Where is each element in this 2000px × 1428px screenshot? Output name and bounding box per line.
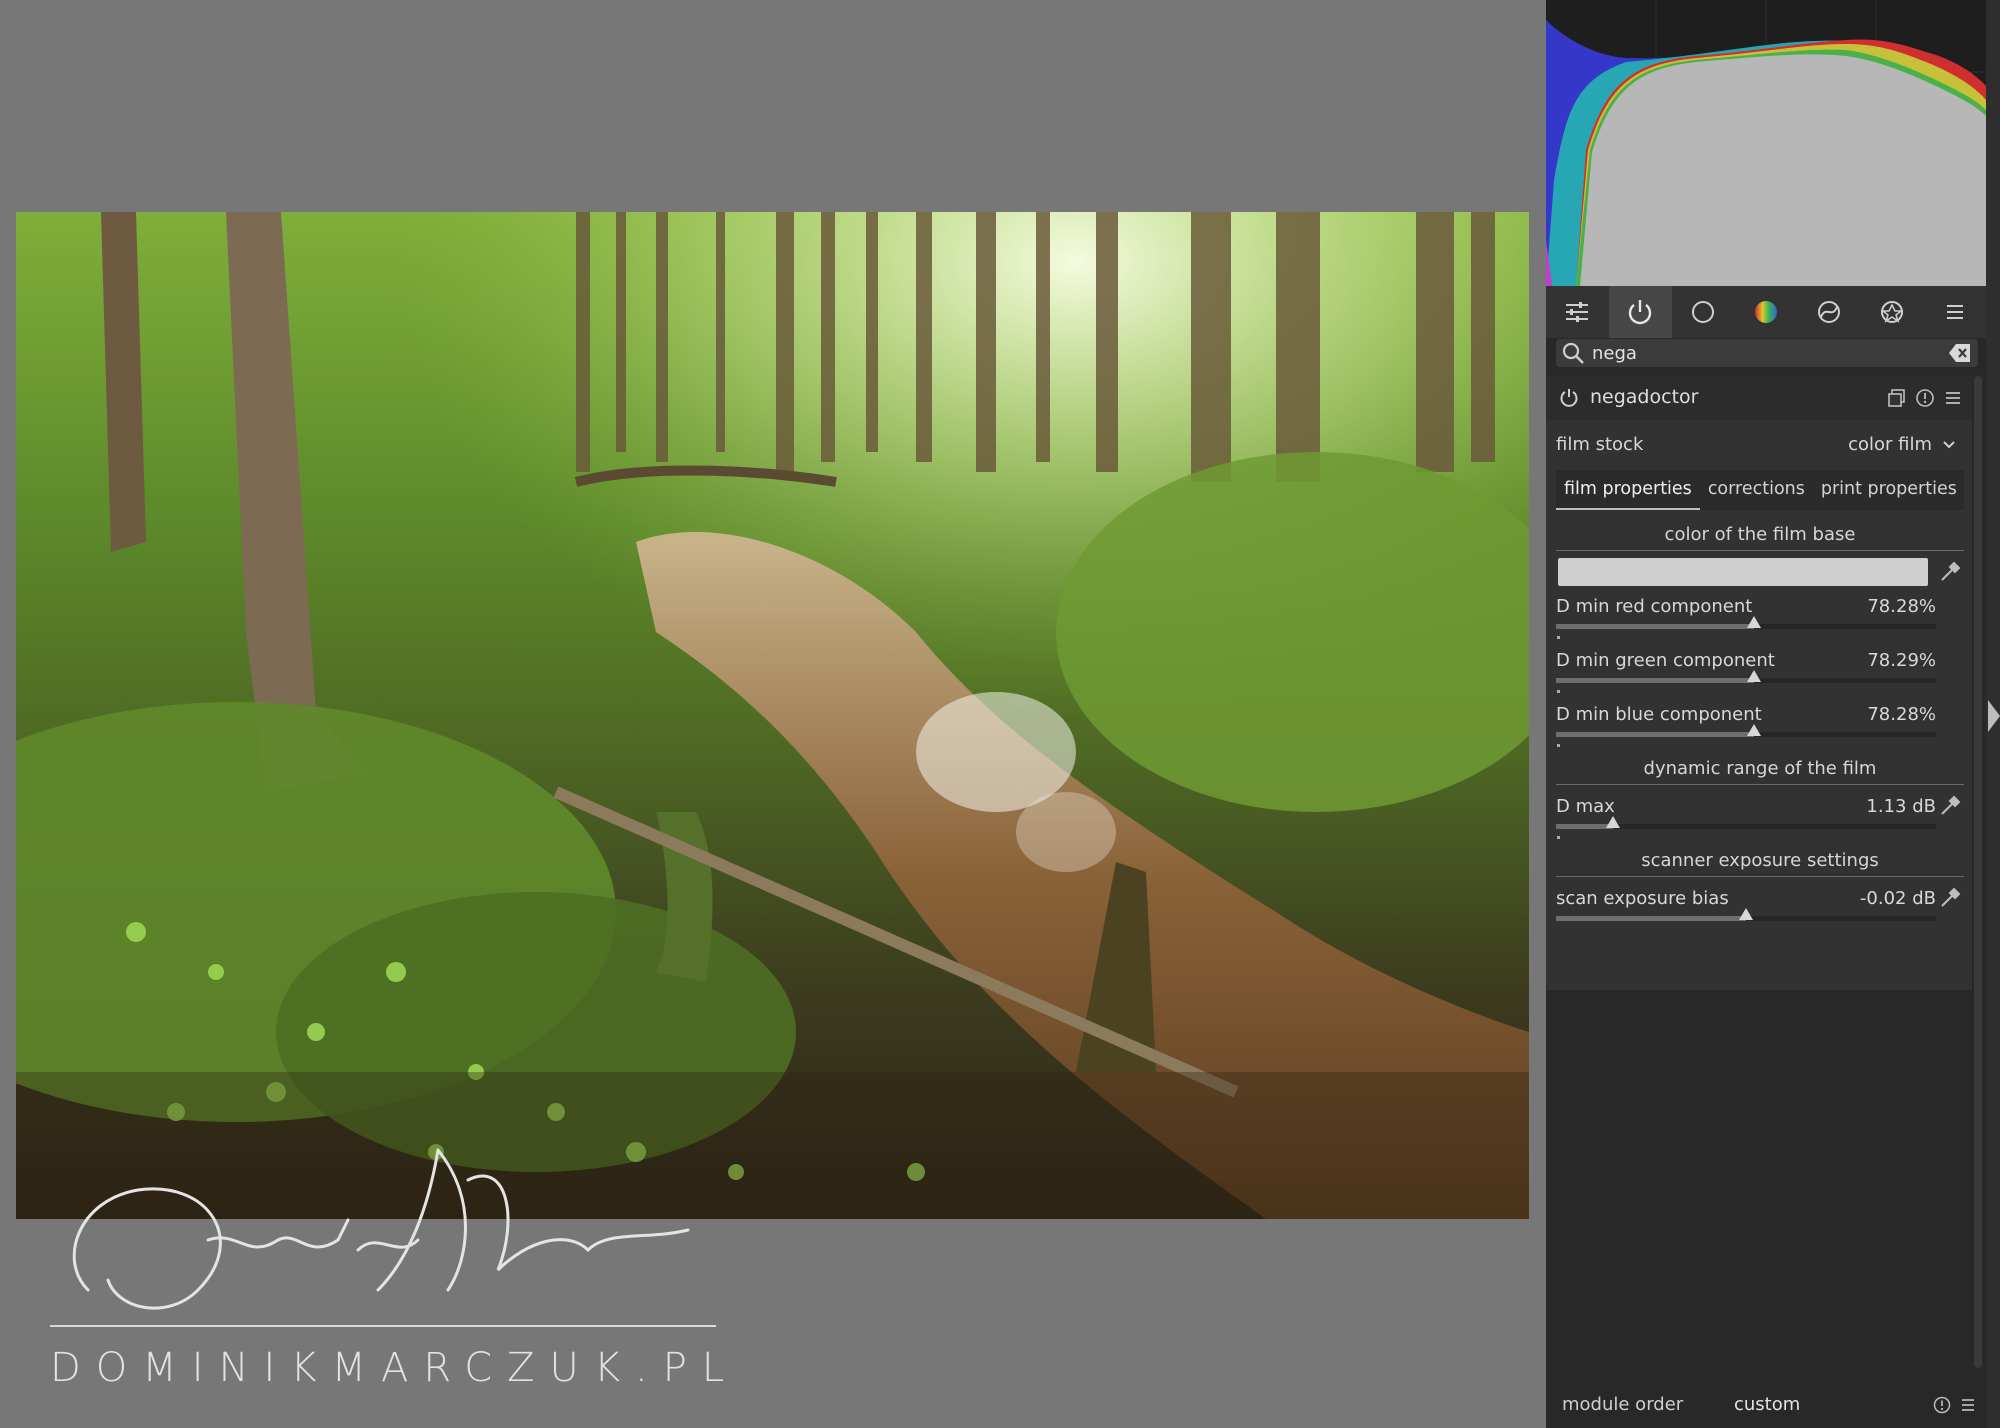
color-picker-icon[interactable]	[1938, 794, 1962, 818]
film-stock-label: film stock	[1556, 434, 1644, 455]
module-search	[1556, 339, 1978, 367]
slider-dot	[1557, 836, 1560, 839]
tab-film-properties[interactable]: film properties	[1556, 470, 1700, 510]
section-dynamic-range: dynamic range of the film	[1556, 758, 1964, 785]
slider-thumb[interactable]	[1747, 724, 1761, 736]
panel-scrollbar[interactable]	[1974, 376, 1982, 1368]
presets-menu-icon[interactable]	[1958, 1395, 1978, 1415]
chevron-down-icon[interactable]	[1940, 436, 1958, 454]
negadoctor-module: negadoctor film stock color film film pr…	[1546, 376, 1972, 990]
slider-track[interactable]	[1556, 908, 1936, 921]
slider-thumb[interactable]	[1606, 816, 1620, 828]
slider-value: -0.02 dB	[1859, 888, 1936, 909]
search-icon	[1562, 342, 1584, 364]
slider-dmin-red[interactable]: D min red component 78.28%	[1556, 596, 1936, 646]
circle-icon	[1692, 301, 1715, 323]
search-input[interactable]	[1592, 342, 1922, 364]
watermark-url: DOMINIKMARCZUK.PL	[50, 1345, 740, 1391]
module-header[interactable]: negadoctor	[1546, 376, 1972, 420]
slider-dot	[1557, 690, 1560, 693]
histogram[interactable]	[1546, 0, 1986, 286]
reset-icon[interactable]	[1932, 1395, 1952, 1415]
tab-presets-menu[interactable]	[1923, 286, 1986, 338]
tab-corrections[interactable]: corrections	[1700, 470, 1813, 510]
slider-fill	[1556, 678, 1754, 683]
film-base-color-swatch[interactable]	[1558, 558, 1928, 586]
slider-value: 78.28%	[1867, 704, 1936, 725]
effect-icon	[1880, 301, 1903, 323]
module-order-label: module order	[1562, 1394, 1684, 1415]
section-film-base: color of the film base	[1556, 524, 1964, 551]
collapse-panel-arrow-icon[interactable]	[1988, 700, 2000, 732]
slider-thumb[interactable]	[1739, 908, 1753, 920]
slider-track[interactable]	[1556, 816, 1936, 829]
watermark-divider	[50, 1325, 716, 1327]
slider-dmin-green[interactable]: D min green component 78.29%	[1556, 650, 1936, 700]
slider-dot	[1557, 636, 1560, 639]
section-scanner-exposure: scanner exposure settings	[1556, 850, 1964, 877]
module-enable-toggle[interactable]	[1558, 387, 1580, 409]
slider-label: D min green component	[1556, 650, 1775, 671]
tab-print-properties[interactable]: print properties	[1813, 470, 1965, 510]
histogram-graph	[1546, 0, 1986, 286]
slider-value: 78.28%	[1867, 596, 1936, 617]
tab-quick-access[interactable]	[1546, 286, 1609, 338]
module-presets-icon[interactable]	[1942, 387, 1964, 409]
slider-fill	[1556, 824, 1613, 829]
multi-instance-icon[interactable]	[1886, 387, 1908, 409]
module-group-tabs	[1546, 286, 1986, 338]
film-stock-dropdown[interactable]: color film	[1848, 434, 1932, 455]
tab-effect[interactable]	[1860, 286, 1923, 338]
tab-active-modules[interactable]	[1608, 286, 1672, 338]
slider-dmax[interactable]: D max 1.13 dB	[1556, 796, 1936, 846]
hamburger-icon	[1946, 305, 1963, 319]
module-order-value[interactable]: custom	[1734, 1394, 1800, 1415]
right-panel: negadoctor film stock color film film pr…	[1546, 0, 1986, 1428]
clear-search-icon[interactable]	[1948, 342, 1972, 364]
slider-label: D min blue component	[1556, 704, 1762, 725]
slider-label: D min red component	[1556, 596, 1753, 617]
slider-thumb[interactable]	[1747, 616, 1761, 628]
slider-value: 78.29%	[1867, 650, 1936, 671]
slider-track[interactable]	[1556, 670, 1936, 683]
slider-fill	[1556, 624, 1754, 629]
reset-icon[interactable]	[1914, 387, 1936, 409]
power-icon	[1629, 300, 1652, 325]
center-view[interactable]: DOMINIKMARCZUK.PL	[0, 0, 1546, 1428]
signature-watermark	[72, 1148, 690, 1310]
correct-icon	[1817, 301, 1840, 323]
forest-stream-image	[16, 212, 1529, 1219]
color-wheel-icon	[1755, 301, 1777, 323]
module-name: negadoctor	[1590, 386, 1699, 408]
slider-track[interactable]	[1556, 616, 1936, 629]
slider-thumb[interactable]	[1747, 670, 1761, 682]
color-picker-icon[interactable]	[1938, 560, 1962, 584]
tab-correct[interactable]	[1797, 286, 1860, 338]
slider-track[interactable]	[1556, 724, 1936, 737]
module-order-bar: module order custom	[1546, 1386, 1986, 1428]
tab-color[interactable]	[1735, 286, 1798, 338]
slider-fill	[1556, 732, 1754, 737]
module-notebook-tabs: film properties corrections print proper…	[1556, 470, 1964, 510]
slider-dmin-blue[interactable]: D min blue component 78.28%	[1556, 704, 1936, 754]
slider-fill	[1556, 916, 1746, 921]
photo-preview[interactable]	[16, 212, 1529, 1219]
slider-label: scan exposure bias	[1556, 888, 1729, 909]
slider-label: D max	[1556, 796, 1615, 817]
slider-value: 1.13 dB	[1866, 796, 1936, 817]
tab-base[interactable]	[1672, 286, 1735, 338]
slider-scan-exposure-bias[interactable]: scan exposure bias -0.02 dB	[1556, 888, 1936, 938]
sliders-icon	[1566, 302, 1589, 322]
slider-dot	[1557, 744, 1560, 747]
color-picker-icon[interactable]	[1938, 886, 1962, 910]
